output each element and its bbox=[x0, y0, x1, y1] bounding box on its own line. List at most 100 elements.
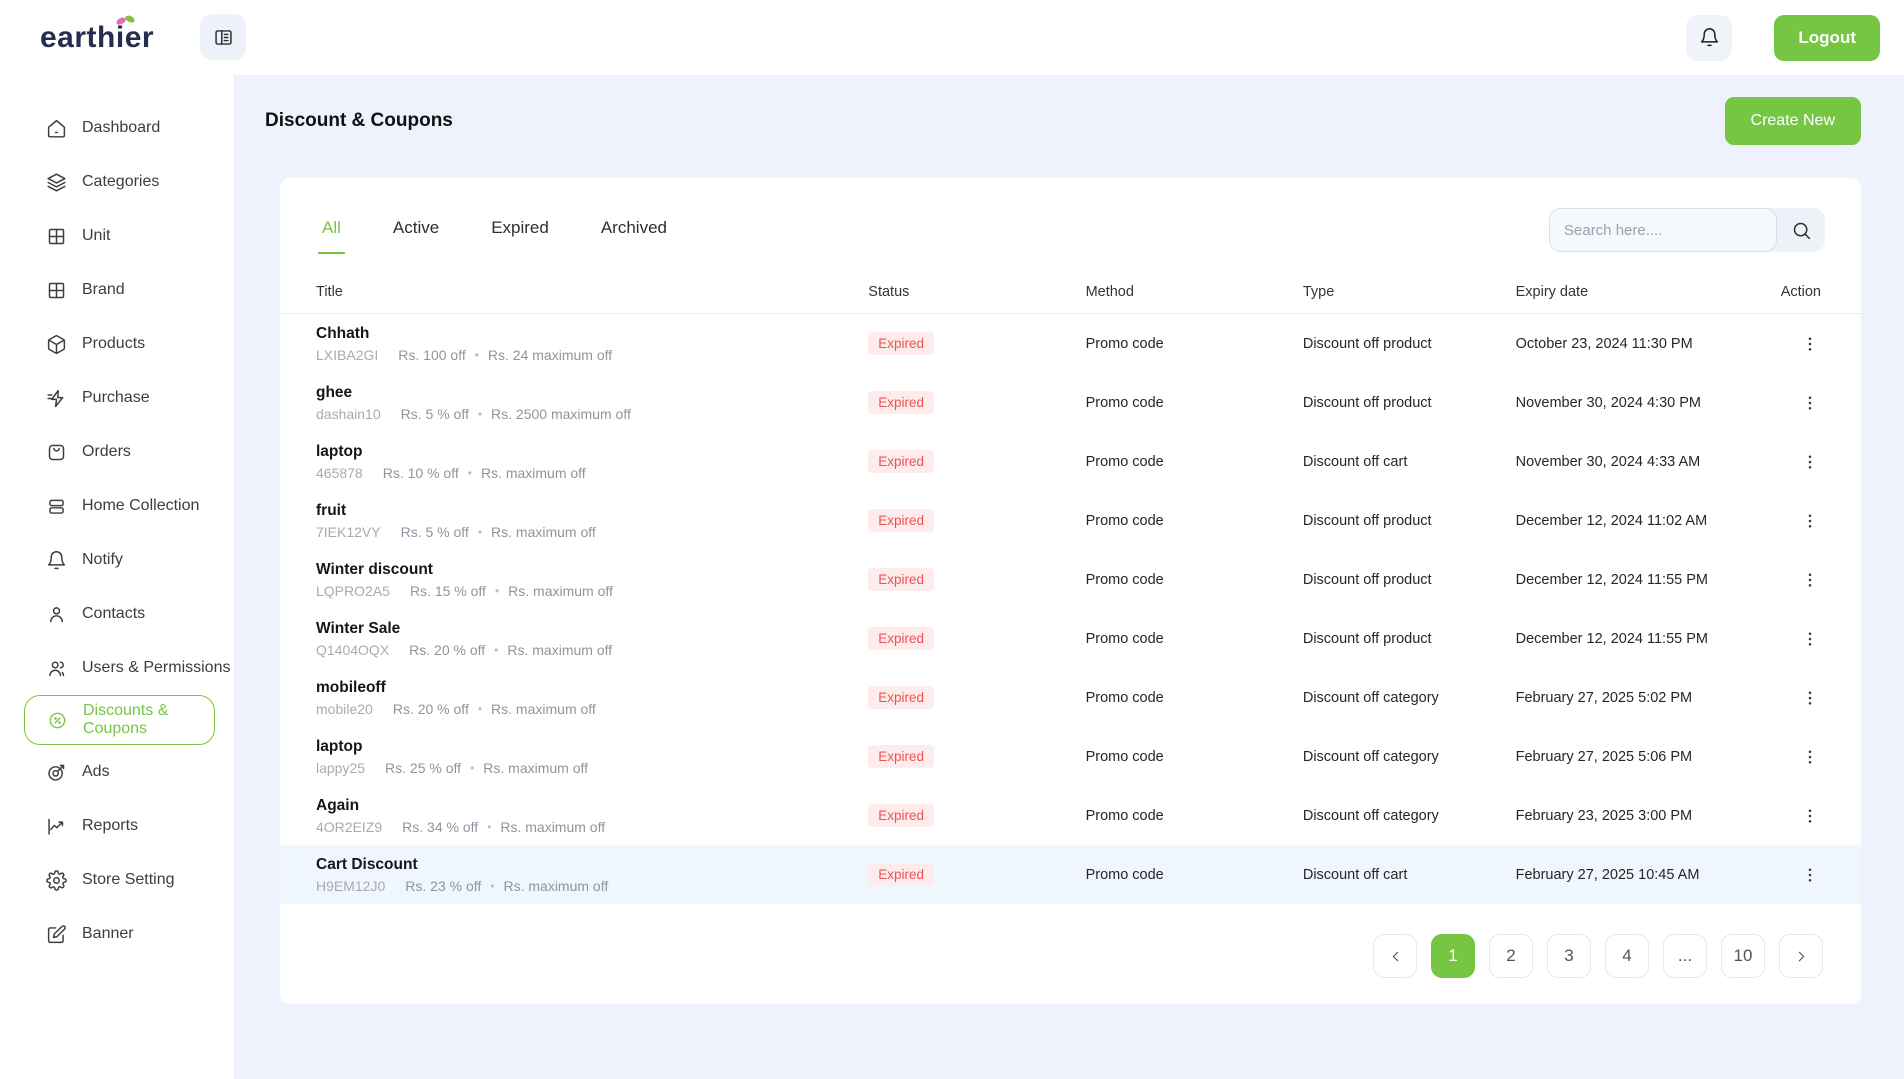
coupon-title: Chhath bbox=[316, 324, 868, 344]
sidebar-item-orders[interactable]: Orders bbox=[0, 425, 234, 479]
cell-title: fruit 7IEK12VY Rs. 5 % off • Rs. maximum… bbox=[316, 501, 868, 540]
sidebar-item-contacts[interactable]: Contacts bbox=[0, 587, 234, 641]
sidebar-item-purchase[interactable]: Purchase bbox=[0, 371, 234, 425]
row-kebab-menu-button[interactable] bbox=[1795, 684, 1825, 712]
search-button[interactable] bbox=[1777, 208, 1825, 252]
pagination-page-button-2[interactable]: 2 bbox=[1489, 934, 1533, 978]
pagination-page-button-3[interactable]: 3 bbox=[1547, 934, 1591, 978]
row-kebab-menu-button[interactable] bbox=[1795, 802, 1825, 830]
dot-separator: • bbox=[470, 761, 474, 775]
cell-action bbox=[1733, 861, 1825, 889]
row-kebab-menu-button[interactable] bbox=[1795, 566, 1825, 594]
coupon-subline: 465878 Rs. 10 % off • Rs. maximum off bbox=[316, 465, 868, 481]
tab-active[interactable]: Active bbox=[389, 214, 443, 254]
cell-title: Cart Discount H9EM12J0 Rs. 23 % off • Rs… bbox=[316, 855, 868, 894]
cell-title: Chhath LXIBA2GI Rs. 100 off • Rs. 24 max… bbox=[316, 324, 868, 363]
tab-all[interactable]: All bbox=[318, 214, 345, 254]
sidebar-item-categories[interactable]: Categories bbox=[0, 155, 234, 209]
dot-separator: • bbox=[487, 820, 491, 834]
coupon-subline: LQPRO2A5 Rs. 15 % off • Rs. maximum off bbox=[316, 583, 868, 599]
shopping-bag-icon bbox=[46, 442, 67, 463]
search-container bbox=[1549, 208, 1825, 252]
cell-expiry: November 30, 2024 4:33 AM bbox=[1516, 454, 1733, 470]
sidebar-item-label: Categories bbox=[82, 173, 159, 191]
sidebar-item-ads[interactable]: Ads bbox=[0, 745, 234, 799]
coupon-title: ghee bbox=[316, 383, 868, 403]
zap-lines-icon bbox=[46, 388, 67, 409]
cell-type: Discount off category bbox=[1303, 690, 1516, 706]
sidebar-item-label: Products bbox=[82, 335, 145, 353]
pagination-page-button-10[interactable]: 10 bbox=[1721, 934, 1765, 978]
layers-icon bbox=[46, 172, 67, 193]
coupon-subline: mobile20 Rs. 20 % off • Rs. maximum off bbox=[316, 701, 868, 717]
tab-archived[interactable]: Archived bbox=[597, 214, 671, 254]
pagination-page-button-ellipsis[interactable]: ... bbox=[1663, 934, 1707, 978]
coupon-max-discount: Rs. maximum off bbox=[483, 760, 588, 776]
pagination-page-button-1[interactable]: 1 bbox=[1431, 934, 1475, 978]
sidebar-item-unit[interactable]: Unit bbox=[0, 209, 234, 263]
row-kebab-menu-button[interactable] bbox=[1795, 448, 1825, 476]
table-row: laptop 465878 Rs. 10 % off • Rs. maximum… bbox=[280, 432, 1861, 491]
earthier-logo: earthier bbox=[40, 21, 154, 55]
cell-action bbox=[1733, 330, 1825, 358]
sidebar-item-reports[interactable]: Reports bbox=[0, 799, 234, 853]
create-new-button[interactable]: Create New bbox=[1725, 97, 1861, 145]
cell-status: Expired bbox=[868, 332, 1085, 355]
tab-expired[interactable]: Expired bbox=[487, 214, 553, 254]
status-badge: Expired bbox=[868, 686, 934, 709]
sidebar-item-banner[interactable]: Banner bbox=[0, 907, 234, 961]
target-arrow-icon bbox=[46, 762, 67, 783]
dot-separator: • bbox=[490, 879, 494, 893]
home-icon bbox=[46, 118, 67, 139]
coupon-title: Winter Sale bbox=[316, 619, 868, 639]
sidebar-item-brand[interactable]: Brand bbox=[0, 263, 234, 317]
cell-title: ghee dashain10 Rs. 5 % off • Rs. 2500 ma… bbox=[316, 383, 868, 422]
pagination-next-button[interactable] bbox=[1779, 934, 1823, 978]
sidebar-item-label: Discounts & Coupons bbox=[83, 702, 214, 738]
sidebar-item-products[interactable]: Products bbox=[0, 317, 234, 371]
coupon-discount: Rs. 5 % off bbox=[401, 406, 469, 422]
dot-separator: • bbox=[478, 407, 482, 421]
cell-action bbox=[1733, 507, 1825, 535]
cell-type: Discount off product bbox=[1303, 336, 1516, 352]
row-kebab-menu-button[interactable] bbox=[1795, 330, 1825, 358]
cell-type: Discount off product bbox=[1303, 395, 1516, 411]
sidebar-item-label: Notify bbox=[82, 551, 123, 569]
sidebar-toggle-button[interactable] bbox=[200, 14, 246, 60]
sidebar-item-label: Unit bbox=[82, 227, 110, 245]
cell-expiry: February 27, 2025 5:06 PM bbox=[1516, 749, 1733, 765]
pagination: 1234... 10 bbox=[280, 904, 1861, 978]
sidebar-item-notify[interactable]: Notify bbox=[0, 533, 234, 587]
sidebar-item-discounts-coupons[interactable]: Discounts & Coupons bbox=[24, 695, 215, 745]
collection-icon bbox=[46, 496, 67, 517]
logout-button[interactable]: Logout bbox=[1774, 15, 1880, 61]
notifications-button[interactable] bbox=[1686, 15, 1732, 61]
sidebar-item-home-collection[interactable]: Home Collection bbox=[0, 479, 234, 533]
chevron-left-icon bbox=[1387, 948, 1404, 965]
row-kebab-menu-button[interactable] bbox=[1795, 507, 1825, 535]
coupon-max-discount: Rs. maximum off bbox=[503, 878, 608, 894]
cell-type: Discount off product bbox=[1303, 631, 1516, 647]
cell-type: Discount off cart bbox=[1303, 454, 1516, 470]
coupon-code: mobile20 bbox=[316, 701, 373, 717]
row-kebab-menu-button[interactable] bbox=[1795, 861, 1825, 889]
cell-title: Winter discount LQPRO2A5 Rs. 15 % off • … bbox=[316, 560, 868, 599]
pagination-prev-button[interactable] bbox=[1373, 934, 1417, 978]
row-kebab-menu-button[interactable] bbox=[1795, 743, 1825, 771]
coupon-max-discount: Rs. 2500 maximum off bbox=[491, 406, 631, 422]
status-badge: Expired bbox=[868, 450, 934, 473]
row-kebab-menu-button[interactable] bbox=[1795, 625, 1825, 653]
coupon-subline: lappy25 Rs. 25 % off • Rs. maximum off bbox=[316, 760, 868, 776]
sidebar-item-dashboard[interactable]: Dashboard bbox=[0, 101, 234, 155]
sidebar-item-label: Contacts bbox=[82, 605, 145, 623]
search-input[interactable] bbox=[1549, 208, 1777, 252]
row-kebab-menu-button[interactable] bbox=[1795, 389, 1825, 417]
sidebar-item-users-permissions[interactable]: Users & Permissions bbox=[0, 641, 234, 695]
coupon-code: H9EM12J0 bbox=[316, 878, 385, 894]
sidebar-item-store-setting[interactable]: Store Setting bbox=[0, 853, 234, 907]
cell-method: Promo code bbox=[1086, 690, 1303, 706]
coupon-max-discount: Rs. 24 maximum off bbox=[488, 347, 612, 363]
pagination-page-button-4[interactable]: 4 bbox=[1605, 934, 1649, 978]
table-row: fruit 7IEK12VY Rs. 5 % off • Rs. maximum… bbox=[280, 491, 1861, 550]
table-row: Winter discount LQPRO2A5 Rs. 15 % off • … bbox=[280, 550, 1861, 609]
